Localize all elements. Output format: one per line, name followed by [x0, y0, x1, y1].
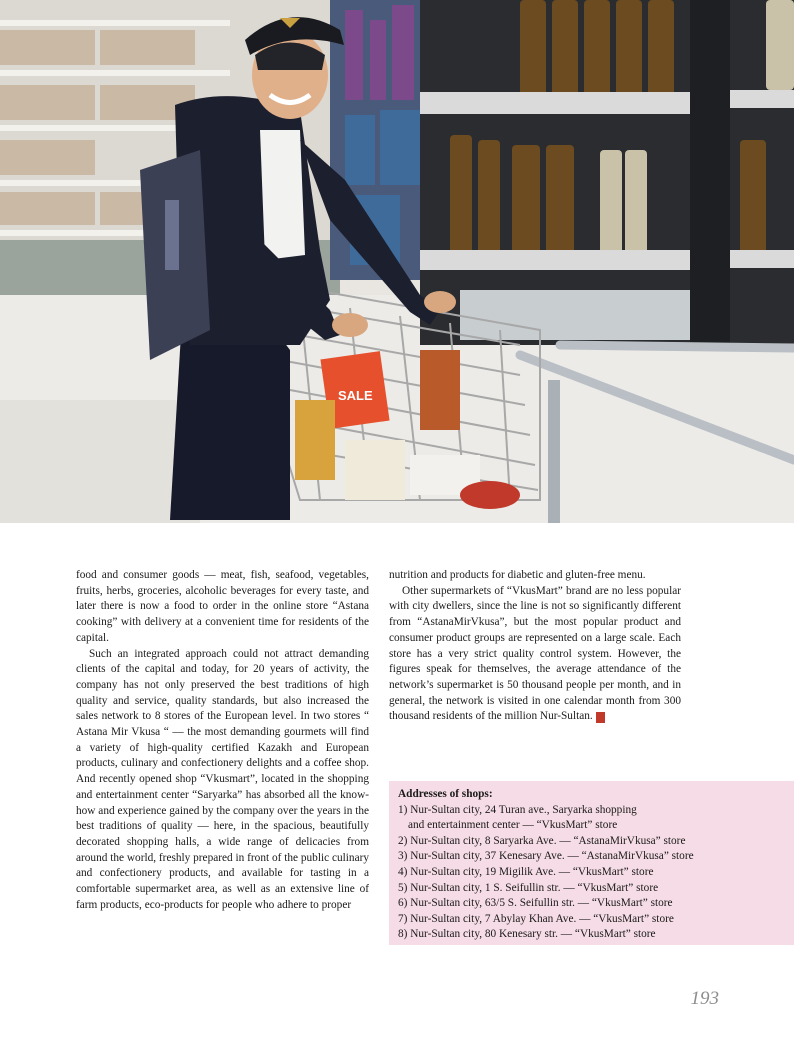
address-item: 7) Nur-Sultan city, 7 Abylay Khan Ave. —…: [398, 912, 674, 925]
address-item: 6) Nur-Sultan city, 63/5 S. Seifullin st…: [398, 897, 673, 910]
end-of-article-mark: E: [595, 712, 614, 724]
address-item: 8) Nur-Sultan city, 80 Kenesary str. — “…: [398, 928, 656, 941]
cart-sale-sign: SALE: [338, 388, 373, 403]
address-item: 5) Nur-Sultan city, 1 S. Seifullin str. …: [398, 881, 659, 894]
address-item: 1) Nur-Sultan city, 24 Turan ave., Sarya…: [398, 803, 637, 816]
address-item-continuation: and entertainment center — “VkusMart” st…: [408, 819, 618, 832]
paragraph-text: Other supermarkets of “VkusMart” brand a…: [389, 584, 681, 723]
paragraph: nutrition and products for diabetic and …: [389, 569, 646, 581]
address-item: 2) Nur-Sultan city, 8 Saryarka Ave. — “A…: [398, 834, 686, 847]
address-item: 4) Nur-Sultan city, 19 Migilik Ave. — “V…: [398, 865, 654, 878]
paragraph: Such an integrated approach could not at…: [76, 647, 369, 911]
page-number: 193: [690, 988, 720, 1009]
left-text-column: food and consumer goods — meat, fish, se…: [76, 568, 369, 913]
supermarket-photo: SALE: [0, 0, 794, 523]
right-text-column: nutrition and products for diabetic and …: [389, 568, 681, 725]
addresses-list: 1) Nur-Sultan city, 24 Turan ave., Sarya…: [398, 803, 784, 943]
paragraph: food and consumer goods — meat, fish, se…: [76, 569, 369, 644]
paragraph: Other supermarkets of “VkusMart” brand a…: [389, 584, 681, 725]
address-item: 3) Nur-Sultan city, 37 Kenesary Ave. — “…: [398, 850, 694, 863]
addresses-title: Addresses of shops:: [398, 788, 493, 800]
addresses-box: Addresses of shops: 1) Nur-Sultan city, …: [389, 781, 794, 945]
